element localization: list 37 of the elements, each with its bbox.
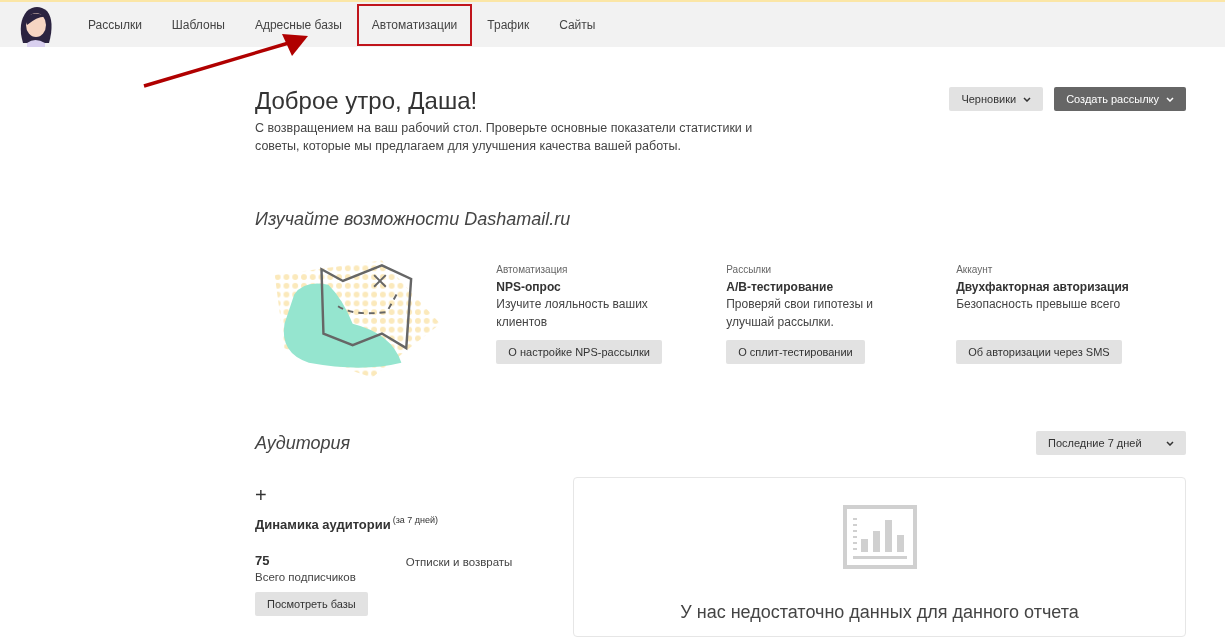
empty-report-message: У нас недостаточно данных для данного отчета xyxy=(680,602,1079,623)
nav-tab[interactable]: Адресные базы xyxy=(239,3,357,46)
nav-tab[interactable]: Сайты xyxy=(544,3,611,46)
greeting-text: С возвращением на ваш рабочий стол. Проверьте основные показатели статистики и советы, которые мы предлагаем для улучшения качества вашей работы. xyxy=(255,120,754,155)
dynamics-title: Динамика аудитории xyxy=(255,517,391,533)
feature-text: Проверяй свои гипотезы и улучшай рассылки. xyxy=(726,296,875,331)
dynamics-period: (за 7 дней) xyxy=(392,515,439,525)
feature-category: Аккаунт xyxy=(956,264,994,275)
chart-icon xyxy=(842,505,917,569)
create-campaign-button[interactable]: Создать рассылку xyxy=(1054,87,1186,111)
nav-tab[interactable]: Трафик xyxy=(472,3,545,46)
chevron-down-icon xyxy=(1166,96,1174,102)
section-title: Изучайте возможности Dashamail.ru xyxy=(255,209,572,230)
period-dropdown[interactable]: Последние 7 дней xyxy=(1036,431,1186,455)
nav-tab[interactable]: Рассылки xyxy=(73,3,157,46)
nav-tab[interactable]: Автоматизации xyxy=(356,3,473,46)
feature-title: A/B-тестирование xyxy=(726,280,835,294)
subscriber-label: Всего подписчиков xyxy=(255,571,356,584)
nav-tab[interactable]: Шаблоны xyxy=(156,3,240,46)
section-title: Аудитория xyxy=(255,432,351,454)
view-lists-button[interactable]: Посмотреть базы xyxy=(255,592,368,617)
feature-button[interactable]: Об авторизации через SMS xyxy=(956,340,1122,364)
add-icon[interactable]: + xyxy=(255,485,267,505)
feature-category: Рассылки xyxy=(726,264,773,275)
feature-category: Автоматизация xyxy=(496,264,569,275)
feature-title: NPS-опрос xyxy=(496,280,562,294)
feature-button[interactable]: О настройке NPS-рассылки xyxy=(496,340,662,364)
feature-text: Изучите лояльность ваших клиентов xyxy=(496,296,649,331)
drafts-button[interactable]: Черновики xyxy=(949,87,1044,111)
chevron-down-icon xyxy=(1166,440,1174,446)
subscriber-count: 75 xyxy=(255,553,271,569)
feature-button[interactable]: О сплит-тестировании xyxy=(726,340,865,364)
feature-title: Двухфакторная авторизация xyxy=(956,280,1130,294)
chevron-down-icon xyxy=(1023,96,1032,102)
greeting-title: Доброе утро, Даша! xyxy=(255,87,479,115)
unsubscribes-label: Отписки и возвраты xyxy=(405,556,513,571)
feature-text: Безопасность превыше всего xyxy=(956,296,1122,313)
